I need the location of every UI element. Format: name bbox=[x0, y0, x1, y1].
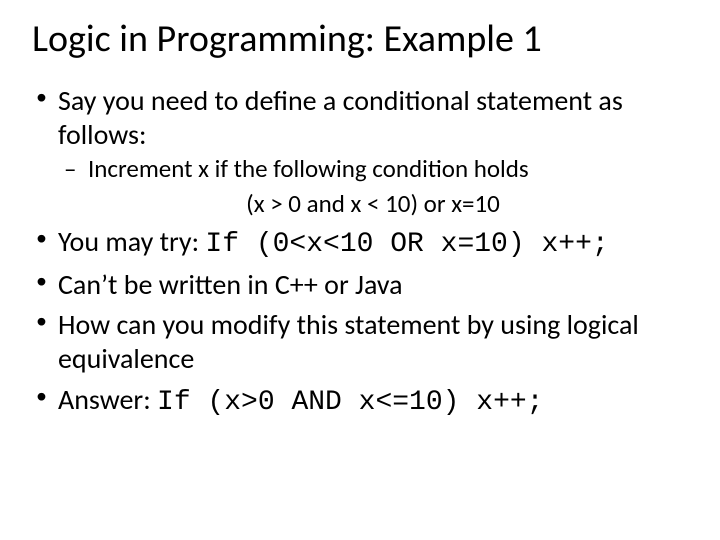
bullet-intro-text: Say you need to define a conditional sta… bbox=[58, 83, 623, 152]
bullet-modify: How can you modify this statement by usi… bbox=[32, 308, 688, 376]
sub-list: Increment x if the following condition h… bbox=[58, 154, 688, 185]
bullet-answer: Answer: If (x>0 AND x<=10) x++; bbox=[32, 383, 688, 420]
bullet-try-label: You may try: bbox=[58, 224, 205, 259]
bullet-answer-label: Answer: bbox=[58, 382, 157, 417]
slide: Logic in Programming: Example 1 Say you … bbox=[0, 0, 720, 540]
sub-bullet-condition: Increment x if the following condition h… bbox=[58, 154, 688, 185]
slide-title: Logic in Programming: Example 1 bbox=[32, 18, 688, 62]
bullet-try: You may try: If (0<x<10 OR x=10) x++; bbox=[32, 225, 688, 262]
bullet-intro: Say you need to define a conditional sta… bbox=[32, 84, 688, 219]
bullet-cant: Can’t be written in C++ or Java bbox=[32, 268, 688, 302]
bullet-list: Say you need to define a conditional sta… bbox=[32, 84, 688, 420]
bullet-try-code: If (0<x<10 OR x=10) x++; bbox=[205, 229, 608, 260]
bullet-answer-code: If (x>0 AND x<=10) x++; bbox=[157, 387, 543, 418]
condition-expression: (x > 0 and x < 10) or x=10 bbox=[58, 189, 688, 220]
